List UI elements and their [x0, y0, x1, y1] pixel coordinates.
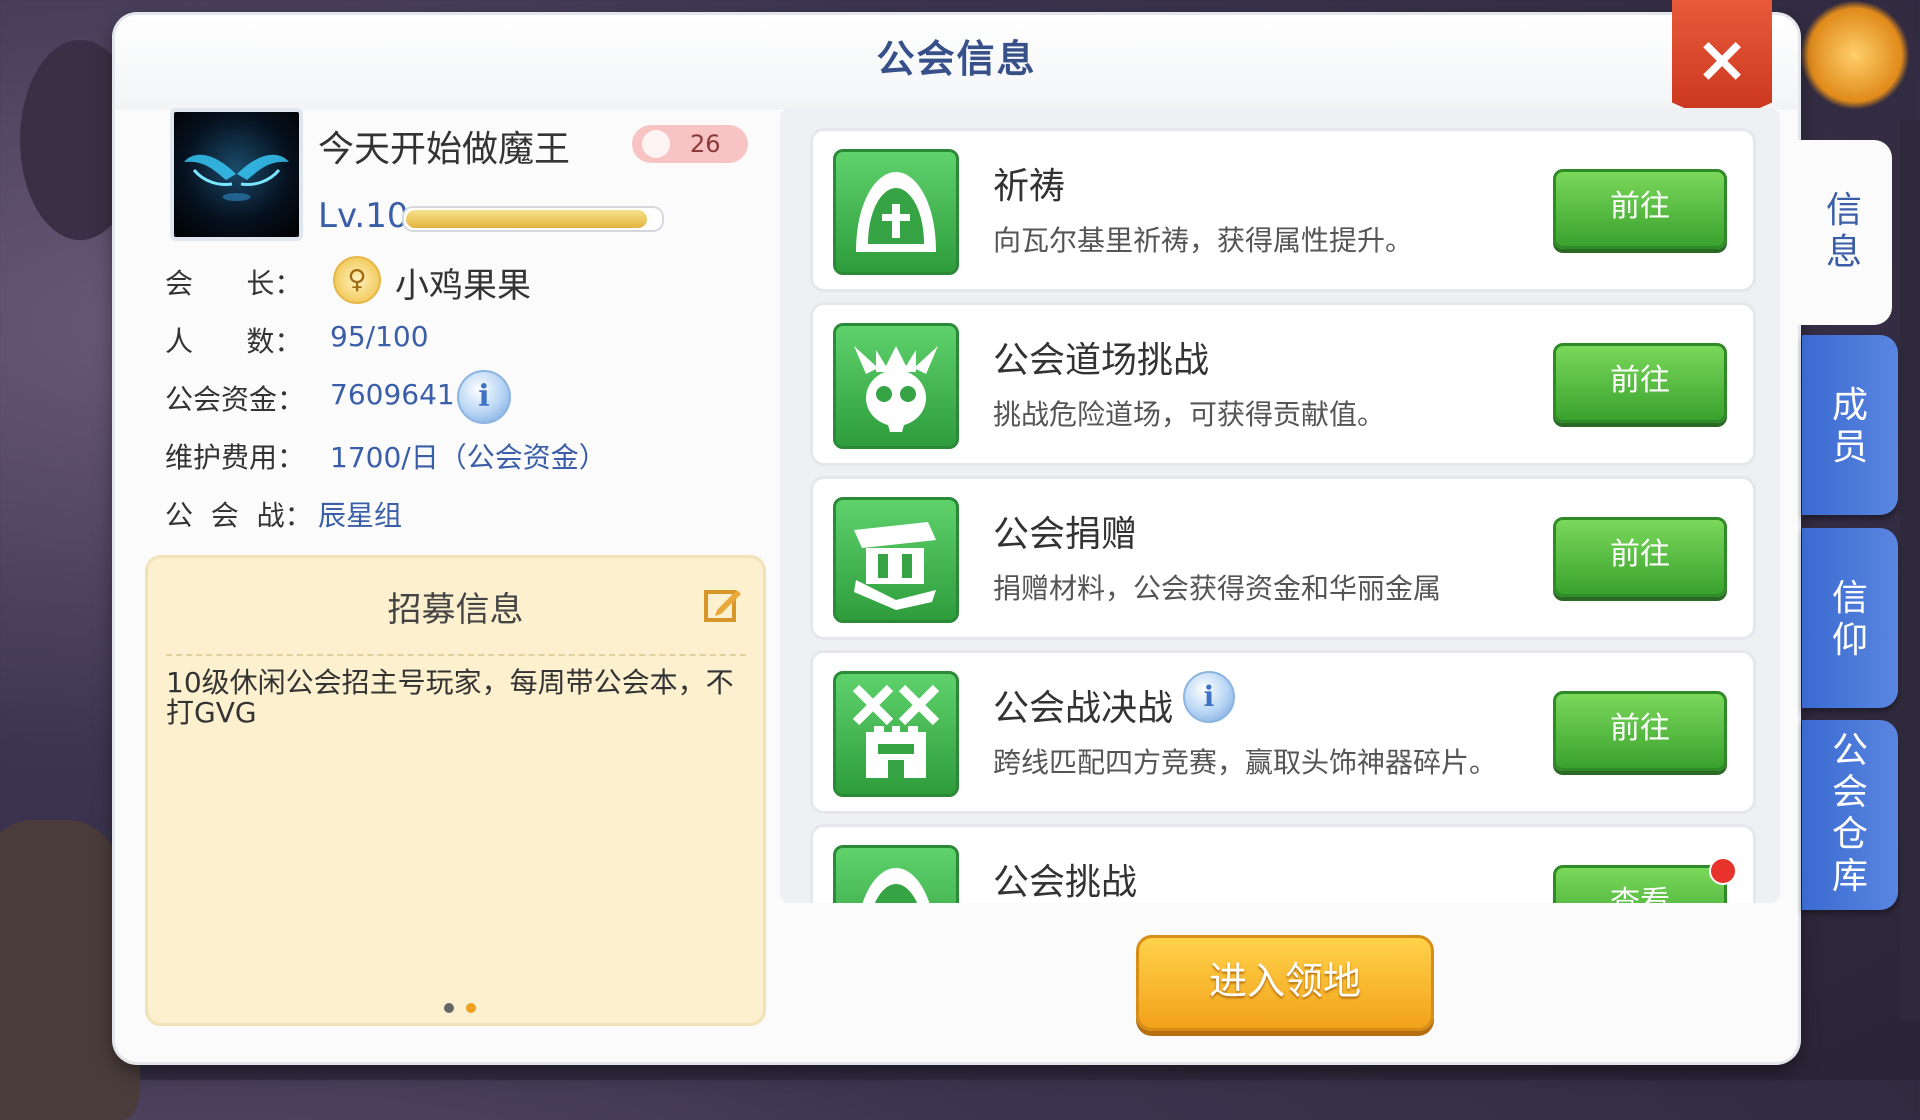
info-icon[interactable]: i — [457, 370, 511, 424]
tab-members[interactable]: 成 员 — [1802, 335, 1898, 515]
activity-card-guild-challenge: 公会挑战 查看 — [810, 824, 1756, 903]
activity-title: 公会战决战 — [993, 688, 1174, 729]
tab-label: 会 — [1831, 772, 1868, 813]
members-value: 95/100 — [330, 320, 429, 353]
tab-label: 仰 — [1831, 620, 1868, 661]
guild-emblem — [170, 108, 303, 241]
tab-label: 息 — [1825, 232, 1862, 273]
close-button[interactable]: × — [1672, 0, 1772, 125]
members-label: 人 数： — [165, 325, 303, 358]
divider — [166, 654, 746, 656]
castle-swords-icon — [833, 671, 959, 797]
level-progress-fill — [406, 210, 648, 228]
female-icon: ♀ — [333, 256, 381, 304]
activity-title: 公会道场挑战 — [993, 340, 1210, 381]
activity-list[interactable]: 祈祷 向瓦尔基里祈祷，获得属性提升。 前往 公会道场挑战 挑战危险道场，可获得贡… — [780, 108, 1780, 903]
tab-label: 员 — [1831, 427, 1868, 468]
tab-label: 仓 — [1831, 814, 1868, 855]
activity-card-dojo: 公会道场挑战 挑战危险道场，可获得贡献值。 前往 — [810, 302, 1756, 466]
guild-name: 今天开始做魔王 — [318, 129, 571, 170]
recruit-text: 10级休闲公会招主号玩家，每周带公会本，不打GVG — [166, 666, 734, 729]
recruit-panel: 招募信息 10级休闲公会招主号玩家，每周带公会本，不打GVG — [145, 555, 766, 1026]
edit-icon[interactable] — [703, 584, 743, 624]
go-button[interactable]: 前往 — [1553, 691, 1727, 771]
upkeep-label: 维护费用： — [165, 441, 306, 474]
tab-label: 信 — [1831, 578, 1868, 619]
activity-desc: 跨线匹配四方竞赛，赢取头饰神器碎片。 — [993, 746, 1498, 779]
background-torch — [1800, 0, 1910, 110]
rank-badge: 26 — [632, 125, 748, 163]
demon-skull-icon — [833, 323, 959, 449]
donation-icon — [833, 497, 959, 623]
dialog-title: 公会信息 — [115, 15, 1798, 110]
page-dot — [444, 1003, 454, 1013]
activity-desc: 捐赠材料，公会获得资金和华丽金属 — [993, 572, 1442, 605]
activity-desc: 挑战危险道场，可获得贡献值。 — [993, 398, 1386, 431]
recruit-title: 招募信息 — [387, 590, 524, 630]
tab-label: 信 — [1825, 190, 1862, 231]
activity-title: 公会捐赠 — [993, 514, 1138, 555]
activity-card-donation: 公会捐赠 捐赠材料，公会获得资金和华丽金属 前往 — [810, 476, 1756, 640]
tab-label: 库 — [1831, 856, 1868, 897]
activity-card-prayer: 祈祷 向瓦尔基里祈祷，获得属性提升。 前往 — [810, 128, 1756, 292]
prayer-icon — [833, 845, 959, 903]
upkeep-value: 1700/日（公会资金） — [330, 441, 607, 474]
activity-title: 公会挑战 — [993, 862, 1138, 903]
guild-war-label: 公 会 战： — [165, 499, 313, 532]
go-button[interactable]: 前往 — [1553, 169, 1727, 249]
prayer-icon — [833, 149, 959, 275]
view-button[interactable]: 查看 — [1553, 865, 1727, 903]
page-indicator — [438, 998, 482, 1017]
go-button[interactable]: 前往 — [1553, 517, 1727, 597]
tab-guild-warehouse[interactable]: 公 会 仓 库 — [1802, 720, 1898, 910]
go-button[interactable]: 前往 — [1553, 343, 1727, 423]
tab-label: 公 — [1831, 730, 1868, 771]
level-progress-bar — [402, 206, 664, 232]
info-icon[interactable]: i — [1183, 671, 1235, 723]
guild-war-value[interactable]: 辰星组 — [318, 494, 402, 534]
activity-desc: 向瓦尔基里祈祷，获得属性提升。 — [993, 224, 1414, 257]
activity-title: 祈祷 — [993, 166, 1066, 207]
tab-info[interactable]: 信 息 — [1796, 140, 1892, 325]
notification-dot — [1709, 857, 1737, 885]
enter-territory-button[interactable]: 进入领地 — [1136, 935, 1434, 1031]
rank-value: 26 — [690, 130, 721, 158]
leader-label: 会 长： — [165, 267, 303, 300]
leader-name: 小鸡果果 — [395, 266, 531, 306]
activity-card-guild-war: 公会战决战 i 跨线匹配四方竞赛，赢取头饰神器碎片。 前往 — [810, 650, 1756, 814]
tab-label: 成 — [1831, 385, 1868, 426]
funds-label: 公会资金： — [165, 383, 306, 416]
background-edge — [1900, 120, 1920, 1020]
close-icon: × — [1695, 23, 1749, 97]
tab-faith[interactable]: 信 仰 — [1802, 528, 1898, 708]
funds-value: 7609641 — [330, 378, 455, 411]
page-dot-active — [466, 1003, 476, 1013]
rank-icon — [642, 130, 670, 158]
guild-level: Lv.10 — [318, 196, 409, 236]
